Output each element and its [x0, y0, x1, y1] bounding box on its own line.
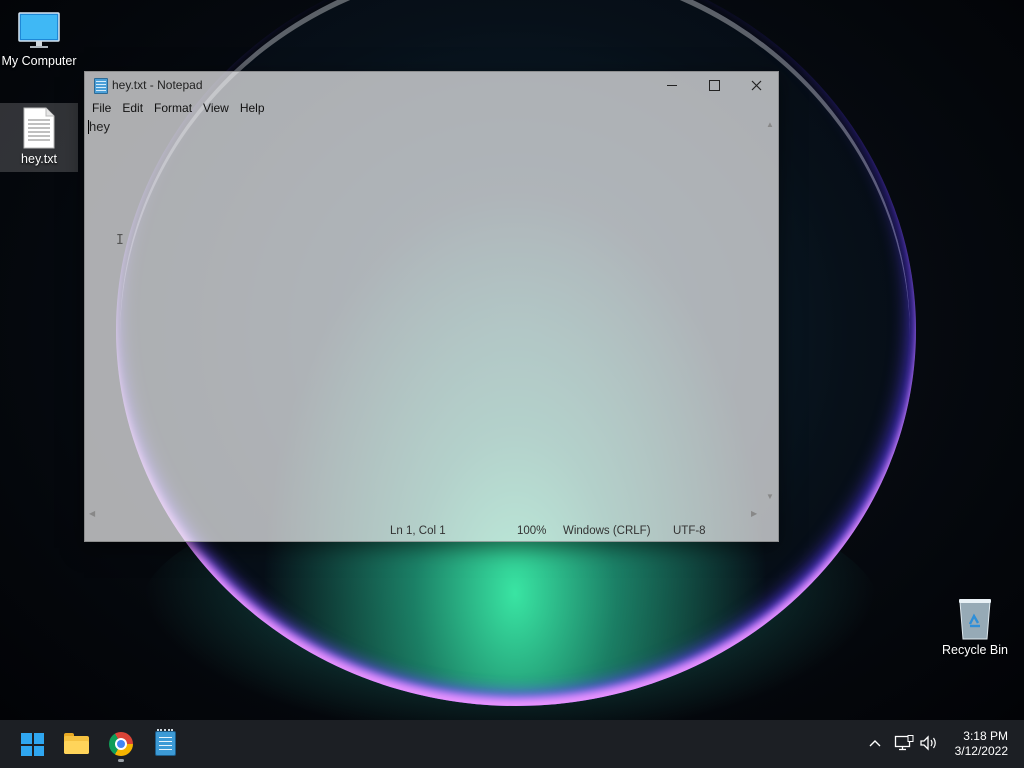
status-bar: Ln 1, Col 1 100% Windows (CRLF) UTF-8: [85, 522, 778, 541]
ibeam-cursor-icon: I: [116, 233, 124, 248]
monitor-icon: [18, 12, 60, 48]
chrome-icon: [117, 740, 125, 748]
status-line-ending: Windows (CRLF): [563, 525, 651, 537]
windows-logo-pane: [33, 745, 44, 756]
text-editor-area[interactable]: hey I: [86, 118, 762, 506]
editor-content: hey: [89, 119, 110, 134]
desktop-icon-my-computer[interactable]: My Computer: [0, 8, 78, 74]
menu-edit[interactable]: Edit: [118, 101, 147, 115]
taskbar-clock[interactable]: 3:18 PM 3/12/2022: [944, 729, 1008, 759]
running-indicator: [118, 759, 124, 762]
file-explorer-button[interactable]: [64, 732, 89, 756]
minimize-button[interactable]: [651, 72, 693, 98]
maximize-icon: [708, 79, 720, 91]
volume-icon[interactable]: [919, 735, 939, 751]
horizontal-scrollbar[interactable]: ◀ ▶: [86, 506, 763, 520]
vertical-scrollbar[interactable]: ▲ ▼: [763, 118, 777, 506]
notepad-app-icon: [94, 78, 108, 94]
menu-file[interactable]: File: [88, 101, 115, 115]
window-titlebar[interactable]: hey.txt - Notepad: [85, 72, 778, 98]
chevron-up-icon[interactable]: [868, 738, 882, 748]
desktop-icon-label: Recycle Bin: [942, 643, 1008, 657]
menu-help[interactable]: Help: [236, 101, 269, 115]
status-zoom: 100%: [517, 525, 547, 537]
start-button[interactable]: [21, 733, 44, 756]
menu-bar: File Edit Format View Help: [85, 98, 778, 118]
menu-format[interactable]: Format: [150, 101, 196, 115]
scroll-right-icon[interactable]: ▶: [751, 509, 757, 518]
clock-time: 3:18 PM: [963, 729, 1008, 743]
chrome-button[interactable]: [109, 732, 133, 756]
minimize-icon: [667, 84, 677, 86]
scroll-down-icon[interactable]: ▼: [766, 492, 774, 501]
recycle-bin-icon: [959, 599, 991, 640]
notepad-taskbar-button[interactable]: [155, 729, 176, 756]
text-file-icon: [23, 107, 55, 149]
desktop-icon-hey-txt[interactable]: hey.txt: [0, 103, 78, 172]
status-encoding: UTF-8: [673, 525, 706, 537]
desktop-icon-label: My Computer: [1, 54, 77, 68]
folder-icon: [64, 741, 89, 754]
notepad-icon: [157, 729, 173, 734]
desktop-icon-recycle-bin[interactable]: Recycle Bin: [936, 596, 1014, 662]
network-icon[interactable]: [894, 735, 914, 751]
windows-logo-pane: [21, 733, 32, 744]
status-position: Ln 1, Col 1: [390, 525, 446, 537]
clock-date: 3/12/2022: [954, 744, 1008, 758]
windows-logo-pane: [33, 733, 44, 744]
windows-logo-pane: [21, 745, 32, 756]
menu-view[interactable]: View: [199, 101, 233, 115]
close-button[interactable]: [735, 72, 777, 98]
window-title: hey.txt - Notepad: [112, 78, 203, 92]
close-icon: [751, 80, 761, 90]
maximize-button[interactable]: [693, 72, 735, 98]
notepad-window[interactable]: hey.txt - Notepad File Edit Format View …: [84, 71, 779, 542]
scroll-left-icon[interactable]: ◀: [89, 509, 95, 518]
scroll-up-icon[interactable]: ▲: [766, 120, 774, 129]
desktop-icon-label: hey.txt: [21, 152, 57, 166]
